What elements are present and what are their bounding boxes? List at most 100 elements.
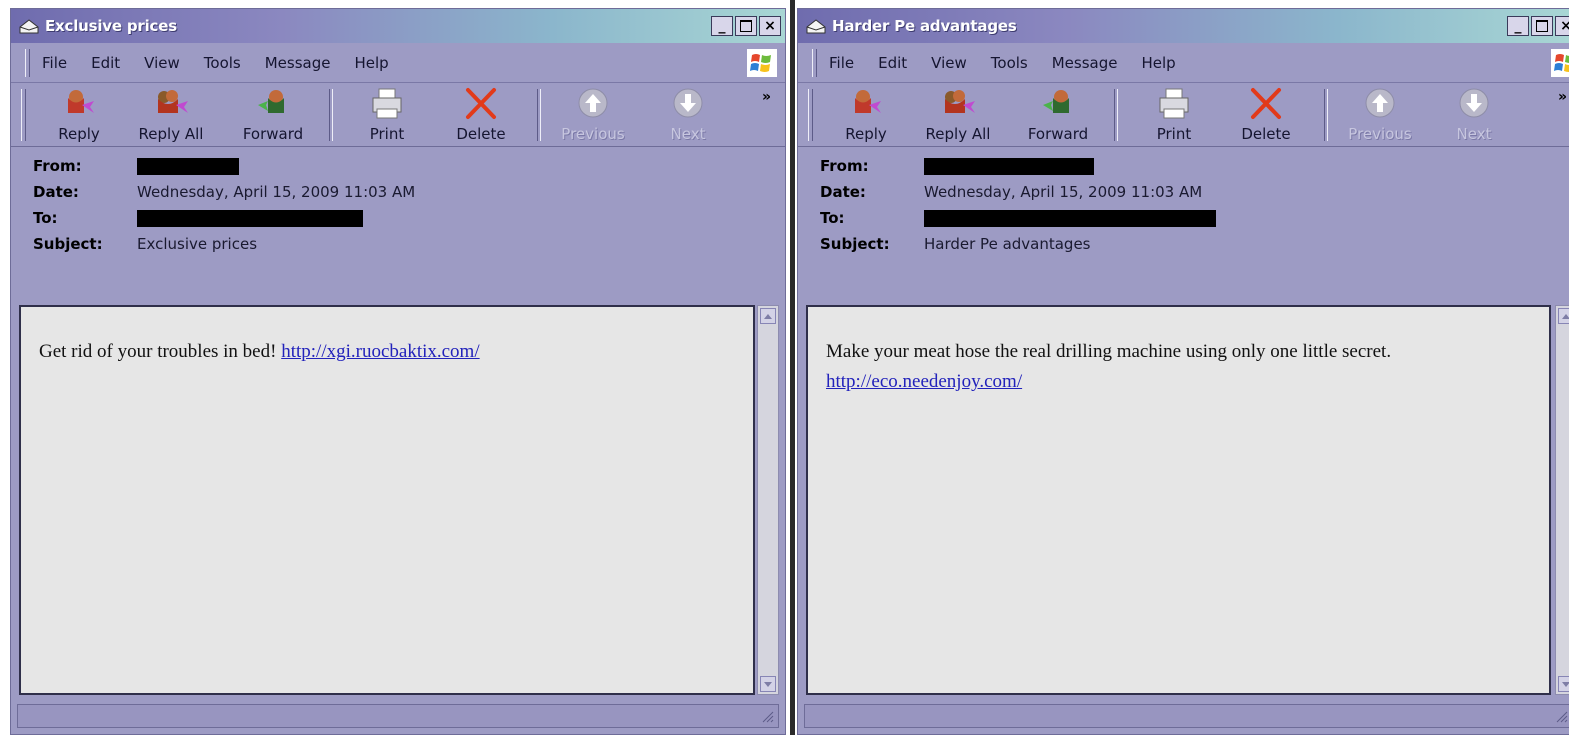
maximize-button[interactable] xyxy=(1531,16,1553,36)
print-button[interactable]: Print xyxy=(347,87,427,145)
delete-x-icon xyxy=(1251,88,1281,119)
resize-grip-icon[interactable] xyxy=(760,709,774,723)
title-bar[interactable]: Exclusive prices _ × xyxy=(11,9,785,43)
body-text: Make your meat hose the real drilling ma… xyxy=(826,341,1392,362)
minimize-icon: _ xyxy=(718,18,726,34)
to-label: To: xyxy=(33,209,58,227)
delete-label: Delete xyxy=(456,125,506,143)
next-label: Next xyxy=(670,125,706,143)
window-title: Exclusive prices xyxy=(45,17,177,35)
resize-grip-icon[interactable] xyxy=(1554,709,1568,723)
previous-label: Previous xyxy=(561,125,625,143)
menu-help[interactable]: Help xyxy=(354,54,388,72)
forward-button[interactable]: Forward xyxy=(1018,87,1098,145)
scroll-down-button[interactable] xyxy=(1558,676,1569,692)
up-arrow-icon xyxy=(578,88,608,118)
reply-all-button[interactable]: Reply All xyxy=(918,87,998,145)
down-arrow-icon xyxy=(1459,88,1489,118)
title-bar[interactable]: Harder Pe advantages _ × xyxy=(798,9,1569,43)
reply-label: Reply xyxy=(58,125,100,143)
mail-envelope-icon xyxy=(19,17,39,35)
triangle-down-icon xyxy=(764,681,772,687)
reply-label: Reply xyxy=(845,125,887,143)
menu-message[interactable]: Message xyxy=(1052,54,1118,72)
status-bar xyxy=(804,704,1569,728)
from-redacted xyxy=(924,157,1094,175)
forward-icon xyxy=(258,90,284,113)
print-label: Print xyxy=(369,125,405,143)
from-label: From: xyxy=(33,157,82,175)
maximize-button[interactable] xyxy=(735,16,757,36)
menu-help[interactable]: Help xyxy=(1141,54,1175,72)
body-text: Get rid of your troubles in bed! xyxy=(39,341,282,362)
window-divider xyxy=(790,0,795,735)
reply-all-icon xyxy=(945,90,975,113)
close-button[interactable]: × xyxy=(1555,16,1569,36)
toolbar-grip xyxy=(21,89,26,141)
toolbar: Reply Reply All Forward Print Delete Pre… xyxy=(798,83,1569,147)
delete-x-icon xyxy=(466,88,496,119)
toolbar-separator xyxy=(537,89,541,141)
subject-value: Harder Pe advantages xyxy=(924,235,1091,253)
previous-button[interactable]: Previous xyxy=(1340,87,1420,145)
forward-button[interactable]: Forward xyxy=(233,87,313,145)
scroll-up-button[interactable] xyxy=(760,308,776,324)
scroll-up-button[interactable] xyxy=(1558,308,1569,324)
to-redacted xyxy=(924,209,1216,227)
menu-file[interactable]: File xyxy=(829,54,854,72)
print-button[interactable]: Print xyxy=(1134,87,1214,145)
toolbar-overflow-chevron[interactable]: » xyxy=(762,89,771,105)
vertical-scrollbar[interactable] xyxy=(757,305,779,695)
menu-edit[interactable]: Edit xyxy=(878,54,907,72)
menu-tools[interactable]: Tools xyxy=(204,54,241,72)
delete-button[interactable]: Delete xyxy=(441,87,521,145)
reply-all-label: Reply All xyxy=(138,125,204,143)
message-body[interactable]: Make your meat hose the real drilling ma… xyxy=(806,305,1551,695)
message-header: From: Date: Wednesday, April 15, 2009 11… xyxy=(11,147,785,253)
next-button[interactable]: Next xyxy=(1434,87,1514,145)
toolbar-overflow-chevron[interactable]: » xyxy=(1558,89,1567,105)
delete-button[interactable]: Delete xyxy=(1226,87,1306,145)
up-arrow-icon xyxy=(1365,88,1395,118)
reply-all-icon xyxy=(158,90,188,113)
date-value: Wednesday, April 15, 2009 11:03 AM xyxy=(137,183,416,201)
menu-edit[interactable]: Edit xyxy=(91,54,120,72)
menu-bar: File Edit View Tools Message Help xyxy=(11,43,785,83)
from-label: From: xyxy=(820,157,869,175)
body-link[interactable]: http://eco.needenjoy.com/ xyxy=(826,371,1022,392)
minimize-button[interactable]: _ xyxy=(711,16,733,36)
menu-file[interactable]: File xyxy=(42,54,67,72)
toolbar-separator xyxy=(1324,89,1328,141)
reply-button[interactable]: Reply xyxy=(826,87,906,145)
close-icon: × xyxy=(764,18,776,34)
menu-tools[interactable]: Tools xyxy=(991,54,1028,72)
date-label: Date: xyxy=(33,183,79,201)
close-button[interactable]: × xyxy=(759,16,781,36)
menu-view[interactable]: View xyxy=(931,54,967,72)
reply-all-button[interactable]: Reply All xyxy=(131,87,211,145)
next-button[interactable]: Next xyxy=(648,87,728,145)
previous-button[interactable]: Previous xyxy=(553,87,633,145)
message-window-right: Harder Pe advantages _ × File Edit View … xyxy=(797,8,1569,735)
message-body[interactable]: Get rid of your troubles in bed! http://… xyxy=(19,305,755,695)
menu-view[interactable]: View xyxy=(144,54,180,72)
printer-icon xyxy=(372,88,402,119)
vertical-scrollbar[interactable] xyxy=(1555,305,1569,695)
windows-logo-icon xyxy=(747,49,777,77)
scroll-down-button[interactable] xyxy=(760,676,776,692)
menu-message[interactable]: Message xyxy=(265,54,331,72)
status-bar xyxy=(17,704,779,728)
reply-icon xyxy=(855,90,881,113)
reply-button[interactable]: Reply xyxy=(39,87,119,145)
to-label: To: xyxy=(820,209,845,227)
menu-bar: File Edit View Tools Message Help xyxy=(798,43,1569,83)
toolbar-separator xyxy=(1114,89,1118,141)
message-header: From: Date: Wednesday, April 15, 2009 11… xyxy=(798,147,1569,253)
close-icon: × xyxy=(1560,19,1569,33)
menu-grip xyxy=(25,48,30,77)
toolbar-separator xyxy=(329,89,333,141)
body-link[interactable]: http://xgi.ruocbaktix.com/ xyxy=(281,341,479,362)
from-redacted xyxy=(137,157,239,175)
subject-label: Subject: xyxy=(820,235,890,253)
minimize-button[interactable]: _ xyxy=(1507,16,1529,36)
